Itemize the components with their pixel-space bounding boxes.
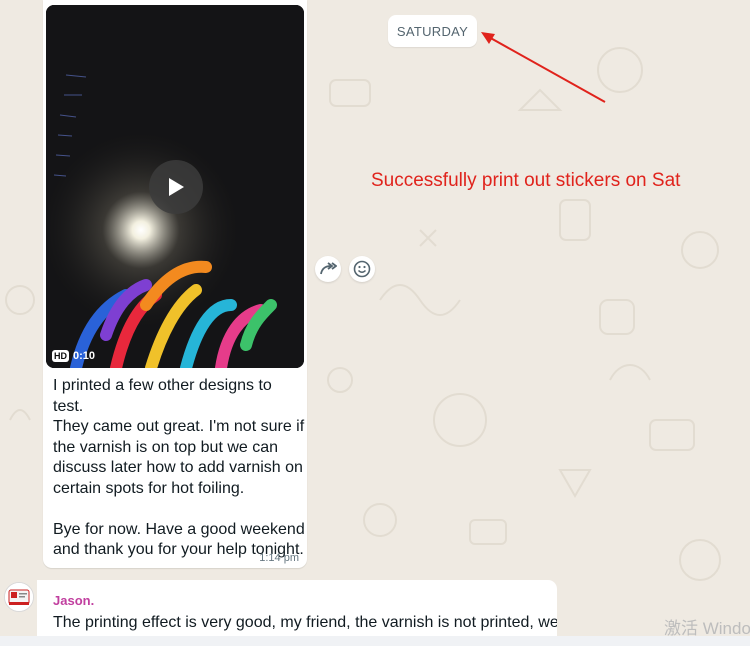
date-divider-label: SATURDAY [396, 23, 469, 39]
video-thumbnail[interactable]: HD 0:10 [46, 5, 304, 368]
annotation-text: Successfully print out stickers on Sat [371, 170, 681, 191]
forward-icon [320, 262, 337, 275]
message-bubble-reply: Jason. The printing effect is very good,… [37, 580, 557, 640]
message-text: I printed a few other designs to test. T… [53, 377, 305, 558]
message-time: 1:14 pm [259, 552, 299, 564]
message-bubble-video: HD 0:10 I printed a few other designs to… [43, 0, 307, 568]
hd-badge: HD [52, 350, 69, 362]
forward-button[interactable] [315, 256, 341, 282]
video-duration: 0:10 [73, 350, 96, 362]
sender-avatar[interactable] [4, 582, 34, 612]
play-icon [169, 178, 184, 196]
annotation-arrow [481, 32, 606, 103]
emoji-icon [353, 260, 371, 278]
react-button[interactable] [349, 256, 375, 282]
date-divider: SATURDAY [388, 15, 477, 47]
play-button[interactable] [149, 160, 203, 214]
composer-edge [0, 636, 750, 646]
video-meta: HD 0:10 [52, 350, 95, 362]
avatar-image [5, 583, 33, 611]
windows-activation-watermark: 激活 Windo [664, 619, 750, 638]
message-text-2: The printing effect is very good, my fri… [53, 614, 557, 631]
sender-name[interactable]: Jason. [53, 593, 94, 608]
